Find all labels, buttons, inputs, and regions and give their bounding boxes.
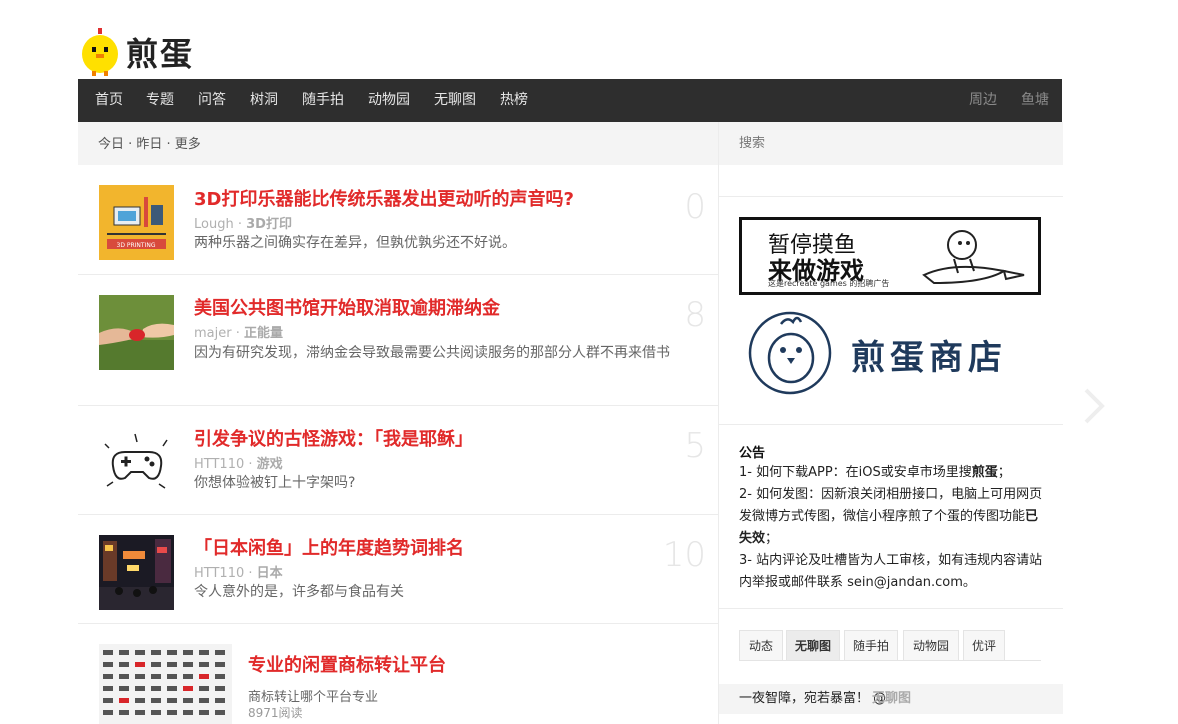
- nav-item-qa[interactable]: 问答: [198, 79, 226, 122]
- ad-line-3: 这是recreate games 的招聘广告: [768, 279, 890, 288]
- chick-mascot-icon: [82, 28, 118, 76]
- featured-item: 专业的闲置商标转让平台 商标转让哪个平台专业 8971阅读: [78, 624, 718, 724]
- date-filter-bar: 今日 · 昨日 · 更多: [78, 122, 718, 165]
- post-meta: HTT110 · 日本: [194, 566, 283, 581]
- shop-banner-text[interactable]: 煎蛋商店: [851, 330, 1007, 379]
- nav-item-snapshots[interactable]: 随手拍: [302, 79, 344, 122]
- post-description: 因为有研究发现，滞纳金会导致最需要公共阅读服务的那部分人群不再来借书: [194, 345, 670, 361]
- nav-item-fishpond[interactable]: 鱼塘: [1021, 79, 1049, 122]
- comment-count[interactable]: 5: [684, 426, 706, 466]
- post-description: 令人意外的是，许多都与食品有关: [194, 584, 404, 600]
- tab-top-comments[interactable]: 优评: [963, 630, 1005, 660]
- date-filter-links[interactable]: 今日 · 昨日 · 更多: [98, 122, 201, 168]
- main-column: 今日 · 昨日 · 更多 3D PRINTING 3D打印乐器能比传统乐器发出更…: [78, 122, 718, 724]
- post-thumbnail-3d-printing[interactable]: 3D PRINTING: [99, 185, 174, 260]
- post-meta: Lough · 3D打印: [194, 217, 292, 232]
- notice-item-1: 1- 如何下载APP：在iOS或安卓市场里搜煎蛋；: [739, 465, 1011, 480]
- tab-boring-pics[interactable]: 无聊图: [786, 630, 840, 660]
- post-item: 「日本闲鱼」上的年度趋势词排名 HTT110 · 日本 令人意外的是，许多都与食…: [78, 515, 718, 624]
- post-title[interactable]: 引发争议的古怪游戏：「我是耶稣」: [194, 425, 473, 451]
- comment-count[interactable]: 8: [684, 295, 706, 335]
- rocket-character-icon: [922, 230, 1025, 285]
- post-description: 你想体验被钉上十字架吗?: [194, 475, 356, 491]
- post-tag[interactable]: 游戏: [257, 457, 283, 472]
- post-thumbnail-hands[interactable]: [99, 295, 174, 370]
- post-author[interactable]: HTT110: [194, 457, 244, 472]
- post-author[interactable]: majer: [194, 326, 232, 341]
- post-title[interactable]: 3D打印乐器能比传统乐器发出更动听的声音吗?: [194, 185, 574, 211]
- post-author[interactable]: Lough: [194, 217, 234, 232]
- nav-item-merch[interactable]: 周边: [969, 79, 997, 122]
- divider: [719, 196, 1063, 197]
- post-item: 引发争议的古怪游戏：「我是耶稣」 HTT110 · 游戏 你想体验被钉上十字架吗…: [78, 406, 718, 515]
- comment-source-link[interactable]: 无聊图: [872, 684, 911, 714]
- notice-item-3: 3- 站内评论及吐槽皆为人工审核，如有违规内容请站内举报或邮件联系 sein@j…: [739, 553, 1043, 590]
- sidebar-tabs: 动态 无聊图 随手拍 动物园 优评: [739, 630, 1041, 661]
- shop-chick-logo-icon: [748, 311, 832, 395]
- post-tag[interactable]: 日本: [257, 566, 283, 581]
- nav-item-zoo[interactable]: 动物园: [368, 79, 410, 122]
- comment-count[interactable]: 10: [663, 535, 706, 575]
- tab-snapshots[interactable]: 随手拍: [844, 630, 898, 660]
- post-thumbnail-game-sketch[interactable]: [99, 426, 174, 501]
- post-thumbnail-night-street[interactable]: [99, 535, 174, 610]
- thumb-label: 3D PRINTING: [117, 242, 156, 249]
- nav-item-boring-pics[interactable]: 无聊图: [434, 79, 476, 122]
- notice-title: 公告: [739, 446, 766, 461]
- featured-title[interactable]: 专业的闲置商标转让平台: [248, 651, 446, 677]
- comment-text: 一夜智障，宛若暴富！ @: [739, 691, 887, 706]
- sidebar-comment-preview: 一夜智障，宛若暴富！ @ 无聊图: [719, 684, 1063, 714]
- nav-item-hot[interactable]: 热榜: [500, 79, 528, 122]
- nav-item-home[interactable]: 首页: [95, 79, 123, 122]
- nav-item-treehole[interactable]: 树洞: [250, 79, 278, 122]
- notice-item-2: 2- 如何发图：因新浪关闭相册接口，电脑上可用网页发微博方式传图，微信小程序煎了…: [739, 487, 1043, 546]
- featured-read-count: 8971阅读: [248, 706, 303, 720]
- search-input[interactable]: 搜索: [739, 122, 765, 165]
- post-author[interactable]: HTT110: [194, 566, 244, 581]
- tab-zoo[interactable]: 动物园: [903, 630, 959, 660]
- comment-count[interactable]: 0: [684, 187, 706, 227]
- featured-description: 商标转让哪个平台专业: [248, 690, 379, 705]
- nav-item-topics[interactable]: 专题: [146, 79, 174, 122]
- game-recruitment-ad[interactable]: 暂停摸鱼 来做游戏 这是recreate games 的招聘广告: [739, 217, 1041, 295]
- post-title[interactable]: 「日本闲鱼」上的年度趋势词排名: [194, 534, 464, 560]
- site-logo[interactable]: 煎蛋: [78, 28, 194, 76]
- post-item: 3D PRINTING 3D打印乐器能比传统乐器发出更动听的声音吗? Lough…: [78, 165, 718, 275]
- chevron-right-icon[interactable]: [1080, 388, 1106, 424]
- logo-text: 煎蛋: [126, 35, 195, 73]
- search-box[interactable]: 搜索: [719, 122, 1063, 165]
- featured-thumbnail-logos[interactable]: [99, 644, 232, 724]
- tab-updates[interactable]: 动态: [739, 630, 783, 660]
- post-item: 美国公共图书馆开始取消取逾期滞纳金 majer · 正能量 因为有研究发现，滞纳…: [78, 275, 718, 406]
- divider: [719, 424, 1063, 425]
- post-description: 两种乐器之间确实存在差异，但孰优孰劣还不好说。: [194, 235, 516, 251]
- post-meta: HTT110 · 游戏: [194, 457, 283, 472]
- main-nav: 首页 专题 问答 树洞 随手拍 动物园 无聊图 热榜 周边 鱼塘: [78, 79, 1062, 122]
- post-title[interactable]: 美国公共图书馆开始取消取逾期滞纳金: [194, 294, 500, 320]
- divider: [719, 608, 1063, 609]
- post-tag[interactable]: 正能量: [244, 326, 283, 341]
- post-tag[interactable]: 3D打印: [246, 217, 292, 232]
- sidebar: 搜索 暂停摸鱼 来做游戏 这是recreate games 的招聘广告 煎蛋商店…: [718, 122, 1063, 724]
- post-meta: majer · 正能量: [194, 326, 284, 341]
